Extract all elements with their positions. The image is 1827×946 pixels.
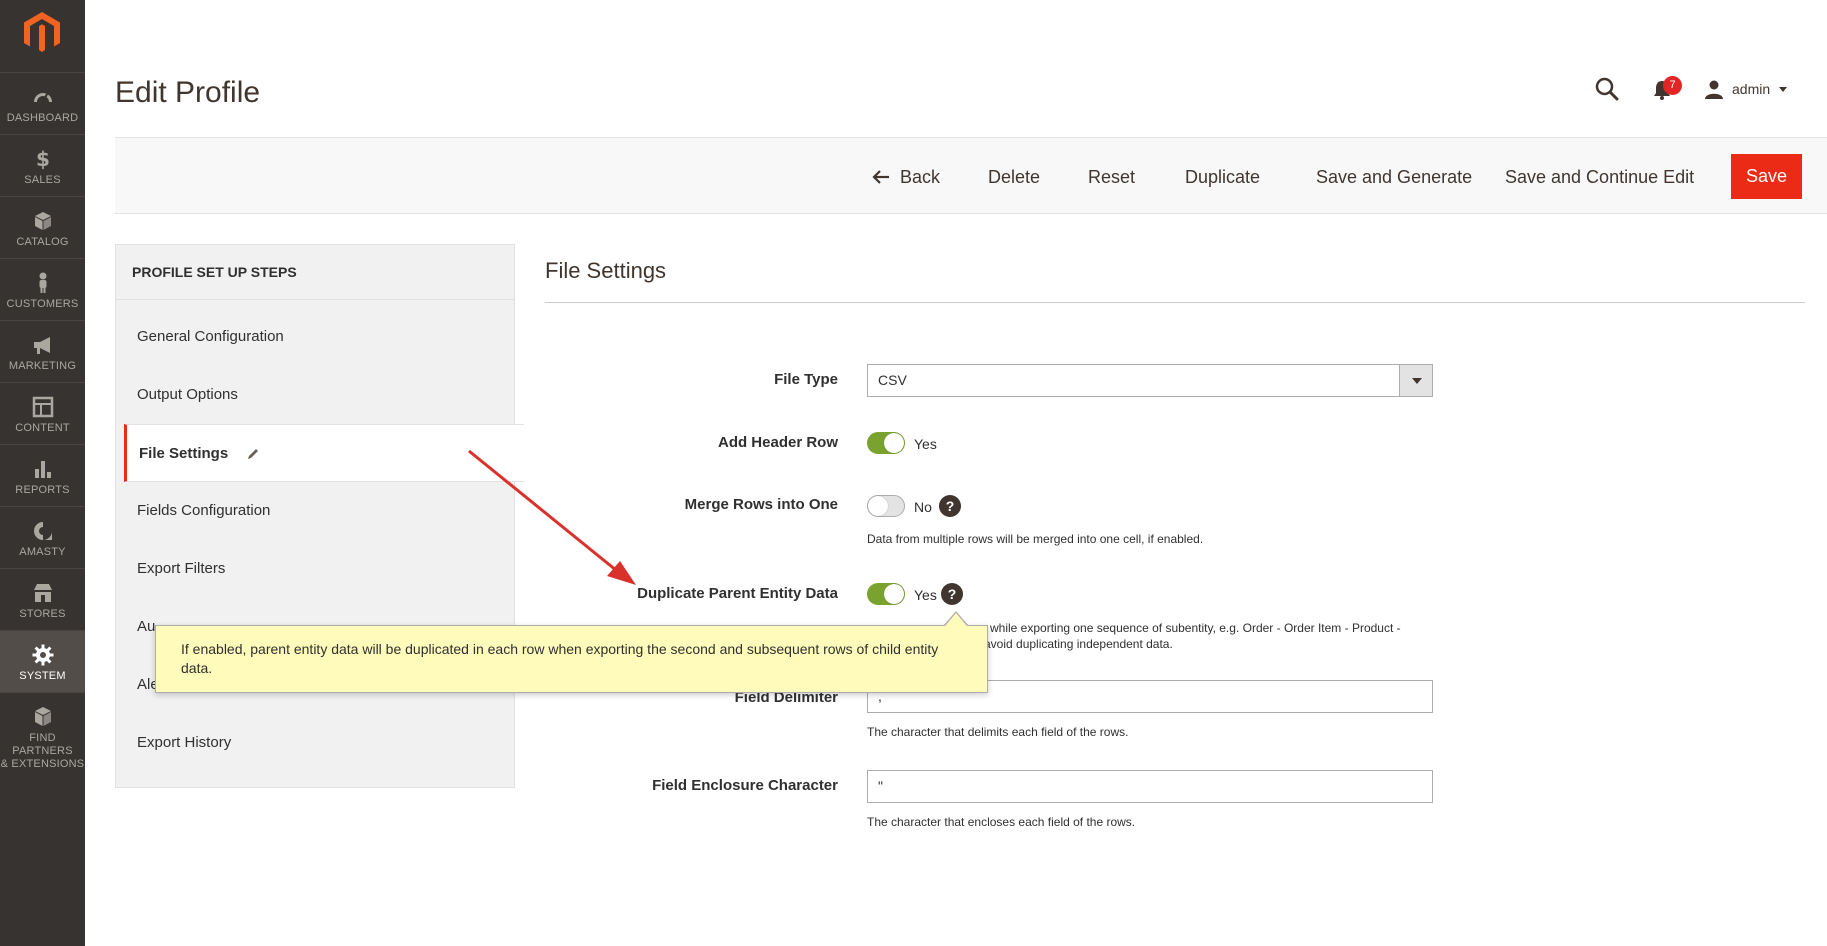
nav-label-content: CONTENT [15, 422, 70, 434]
page-actions-bar: Back Delete Reset Duplicate Save and Gen… [115, 137, 1827, 214]
back-button-label: Back [900, 167, 941, 187]
field-enclosure-note: The character that encloses each field o… [867, 815, 1136, 829]
nav-label-reports: REPORTS [15, 484, 70, 496]
profile-steps-panel: PROFILE SET UP STEPS General Configurati… [115, 244, 524, 788]
magento-logo-icon[interactable] [20, 10, 64, 54]
toggle-knob [868, 496, 888, 516]
notification-count-badge: 7 [1663, 76, 1682, 95]
nav-label-dashboard: DASHBOARD [6, 112, 79, 124]
field-delimiter-note: The character that delimits each field o… [867, 725, 1129, 739]
chevron-down-icon [1779, 87, 1788, 92]
nav-label-marketing: MARKETING [8, 360, 77, 372]
nav-item-catalog[interactable]: CATALOG [0, 196, 85, 258]
header-row-label: Add Header Row [717, 434, 838, 451]
toggle-knob [884, 584, 904, 604]
megaphone-icon [33, 337, 50, 354]
section-divider [545, 302, 1805, 303]
merge-rows-label: Merge Rows into One [684, 496, 838, 513]
delete-button[interactable]: Delete [988, 156, 1040, 198]
pencil-icon [248, 449, 259, 460]
user-menu[interactable]: admin [1704, 78, 1788, 100]
dashboard-icon [33, 93, 52, 103]
app-root: DASHBOARD $ SALES CATALOG CUSTOMERS MARK… [0, 0, 1827, 946]
boxes-icon [34, 707, 51, 726]
admin-sidebar: DASHBOARD $ SALES CATALOG CUSTOMERS MARK… [0, 0, 85, 946]
step-general-configuration[interactable]: General Configuration [116, 308, 514, 366]
bar-chart-icon [34, 461, 51, 478]
nav-item-find-partners[interactable]: FIND PARTNERS & EXTENSIONS [0, 692, 85, 770]
step-file-settings-label: File Settings [139, 445, 229, 462]
nav-label-find-partners-2: & EXTENSIONS [0, 758, 85, 770]
save-button[interactable]: Save [1731, 154, 1803, 199]
dollar-icon: $ [36, 147, 50, 171]
svg-text:$: $ [36, 147, 50, 171]
person-icon [39, 272, 46, 293]
merge-rows-toggle[interactable] [867, 495, 905, 517]
page-title: Edit Profile [115, 76, 261, 109]
nav-item-reports[interactable]: REPORTS [0, 444, 85, 506]
file-type-select[interactable]: CSV [867, 364, 1433, 397]
steps-heading: PROFILE SET UP STEPS [116, 245, 514, 300]
file-type-value: CSV [878, 372, 907, 388]
dup-parent-value: Yes [914, 587, 937, 603]
help-tooltip: If enabled, parent entity data will be d… [155, 625, 988, 693]
amasty-icon [33, 522, 52, 540]
field-enclosure-input[interactable]: " [867, 770, 1433, 803]
nav-item-marketing[interactable]: MARKETING [0, 320, 85, 382]
user-icon [1705, 80, 1723, 99]
section-title: File Settings [545, 258, 667, 283]
nav-label-amasty: AMASTY [19, 546, 66, 558]
save-and-continue-button[interactable]: Save and Continue Edit [1505, 156, 1694, 198]
nav-label-sales: SALES [24, 174, 61, 186]
step-fields-configuration[interactable]: Fields Configuration [116, 482, 514, 540]
merge-rows-value: No [914, 499, 932, 515]
user-name: admin [1732, 81, 1771, 97]
field-enclosure-label: Field Enclosure Character [652, 777, 838, 794]
nav-label-catalog: CATALOG [16, 236, 69, 248]
arrow-left-icon [872, 170, 889, 184]
nav-item-sales[interactable]: $ SALES [0, 134, 85, 196]
layout-icon [32, 396, 53, 418]
nav-label-customers: CUSTOMERS [6, 298, 79, 310]
nav-item-system[interactable]: SYSTEM [0, 630, 85, 692]
header-row-value: Yes [914, 436, 937, 452]
reset-button[interactable]: Reset [1088, 156, 1135, 198]
nav-item-amasty[interactable]: AMASTY [0, 506, 85, 568]
dup-parent-help-icon[interactable]: ? [941, 583, 963, 605]
duplicate-button[interactable]: Duplicate [1185, 156, 1260, 198]
back-button[interactable]: Back [872, 156, 940, 198]
nav-item-stores[interactable]: STORES [0, 568, 85, 630]
toggle-knob [884, 433, 904, 453]
nav-item-customers[interactable]: CUSTOMERS [0, 258, 85, 320]
dup-parent-note-line1: while exporting one sequence of subentit… [990, 621, 1401, 635]
search-icon[interactable] [1594, 76, 1620, 102]
step-export-history[interactable]: Export History [116, 714, 514, 772]
nav-item-dashboard[interactable]: DASHBOARD [0, 72, 85, 134]
file-type-label: File Type [774, 371, 838, 388]
merge-rows-note: Data from multiple rows will be merged i… [867, 532, 1204, 546]
tooltip-pointer [945, 613, 967, 626]
dup-parent-toggle[interactable] [867, 583, 905, 605]
step-export-filters[interactable]: Export Filters [116, 540, 514, 598]
gear-icon [32, 644, 53, 666]
step-file-settings[interactable]: File Settings [124, 424, 524, 482]
nav-label-system: SYSTEM [19, 670, 66, 682]
save-and-generate-button[interactable]: Save and Generate [1316, 156, 1472, 198]
nav-label-find-partners-1: FIND PARTNERS [12, 732, 73, 757]
merge-rows-help-icon[interactable]: ? [939, 495, 961, 517]
nav-label-stores: STORES [19, 608, 66, 620]
box-icon [34, 212, 51, 230]
dup-parent-note-line2: avoid duplicating independent data. [984, 637, 1173, 651]
dup-parent-label: Duplicate Parent Entity Data [637, 585, 838, 602]
store-icon [33, 584, 52, 602]
step-output-options[interactable]: Output Options [116, 366, 514, 424]
nav-item-content[interactable]: CONTENT [0, 382, 85, 444]
header-row-toggle[interactable] [867, 432, 905, 454]
chevron-down-icon [1399, 365, 1432, 396]
